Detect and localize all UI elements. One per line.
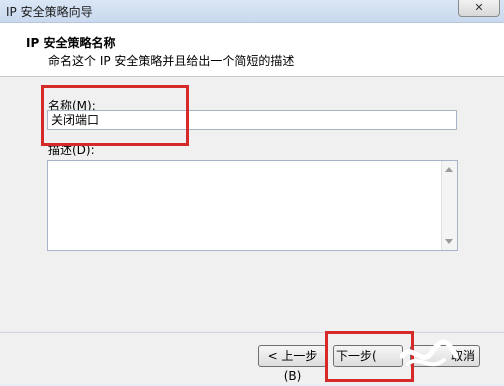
scribble-annotation (400, 339, 459, 367)
wizard-header: IP 安全策略名称 命名这个 IP 安全策略并且给出一个简短的描述 (0, 23, 504, 77)
description-scrollbar[interactable] (441, 161, 457, 250)
scroll-down-icon[interactable] (445, 239, 453, 244)
close-icon: ✕ (474, 1, 484, 14)
page-subtitle: 命名这个 IP 安全策略并且给出一个简短的描述 (48, 54, 295, 68)
window-title: IP 安全策略向导 (6, 5, 93, 19)
close-button[interactable]: ✕ (458, 0, 500, 17)
page-title: IP 安全策略名称 (26, 36, 116, 50)
description-textarea[interactable] (47, 160, 458, 251)
name-highlight-box (41, 85, 189, 146)
title-bar: IP 安全策略向导 ✕ (0, 0, 504, 23)
back-button[interactable]: < 上一步(B) (258, 345, 327, 383)
scroll-up-icon[interactable] (445, 167, 453, 172)
